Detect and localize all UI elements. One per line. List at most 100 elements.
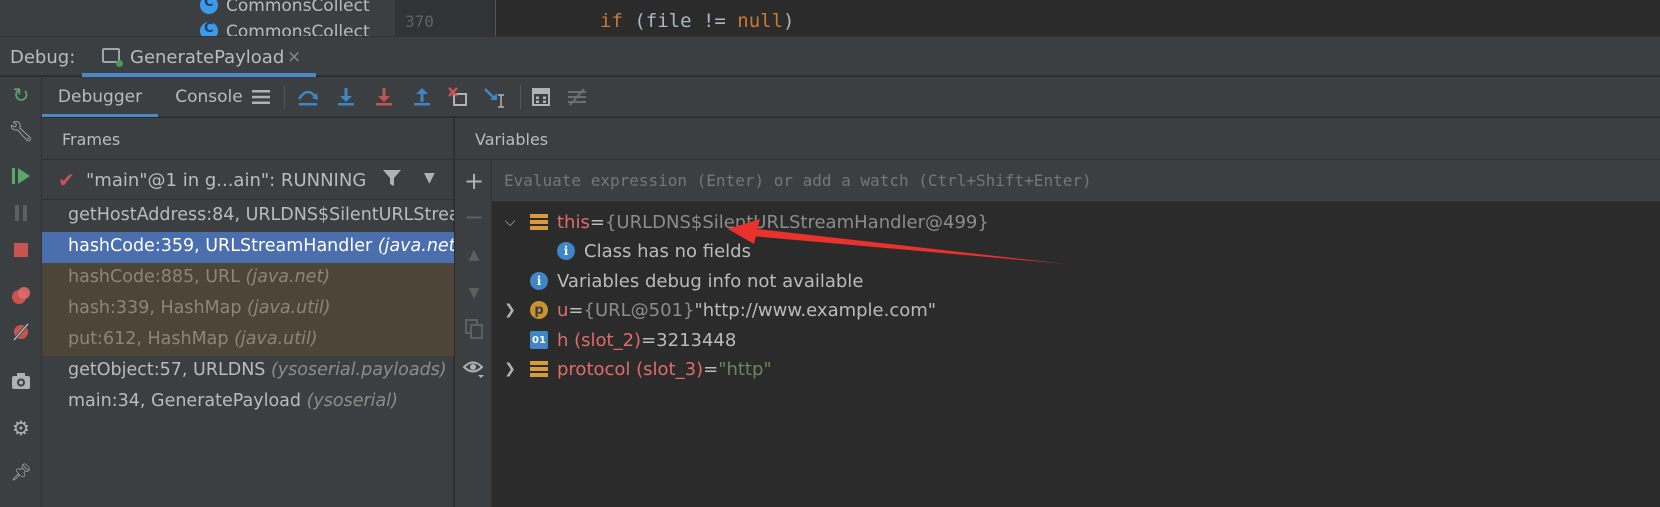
var-equals: = bbox=[568, 299, 584, 321]
var-message: Class has no fields bbox=[584, 240, 751, 262]
drop-frame-icon[interactable] bbox=[446, 85, 472, 109]
frame-item[interactable]: hash:339, HashMap (java.util) bbox=[42, 294, 454, 325]
stop-icon[interactable] bbox=[9, 238, 33, 262]
mute-breakpoints-icon[interactable] bbox=[9, 320, 33, 344]
toolbar-separator bbox=[520, 85, 521, 109]
frame-item[interactable]: getObject:57, URLDNS (ysoserial.payloads… bbox=[42, 356, 454, 387]
thread-selector[interactable]: ✔ "main"@1 in g...ain": RUNNING ▼ bbox=[42, 160, 454, 200]
toolbar-separator bbox=[284, 85, 285, 109]
frame-list: getHostAddress:84, URLDNS$SilentURLStrea… bbox=[42, 201, 454, 418]
chevron-right-icon[interactable]: ❯ bbox=[502, 361, 518, 377]
variables-header: Variables bbox=[455, 118, 1660, 160]
move-down-icon[interactable]: ▼ bbox=[463, 282, 485, 304]
tree-item-label: CommonsCollect bbox=[226, 0, 370, 16]
gutter-separator bbox=[495, 0, 496, 36]
variables-title: Variables bbox=[475, 130, 549, 149]
var-value: {URLDNS$SilentURLStreamHandler@499} bbox=[604, 211, 989, 233]
debugger-toolbar: Debugger Console bbox=[42, 77, 1660, 117]
gear-icon[interactable]: ⚙︎ bbox=[9, 416, 33, 440]
debug-left-toolbar: ↻ 🔧︎ ⚙︎ 📌︎ bbox=[0, 77, 42, 507]
running-indicator-icon bbox=[116, 60, 123, 67]
chevron-down-icon[interactable]: ▼ bbox=[424, 170, 435, 186]
frame-package: (ysoserial) bbox=[306, 391, 398, 411]
var-name: protocol (slot_3) bbox=[557, 358, 704, 380]
tab-console[interactable]: Console bbox=[162, 77, 256, 117]
var-equals: = bbox=[589, 211, 605, 233]
step-over-icon[interactable] bbox=[295, 85, 321, 109]
code-text: (file != bbox=[622, 10, 738, 32]
step-into-icon[interactable] bbox=[333, 85, 359, 109]
info-icon: i bbox=[557, 242, 575, 260]
evaluate-expression-input[interactable] bbox=[492, 160, 1660, 202]
code-text: ) bbox=[783, 10, 795, 32]
resume-icon[interactable] bbox=[9, 164, 33, 188]
tree-item[interactable]: CommonsCollect bbox=[200, 0, 375, 16]
frame-item[interactable]: hashCode:359, URLStreamHandler (java.net… bbox=[42, 232, 454, 263]
tab-debugger[interactable]: Debugger bbox=[42, 77, 158, 117]
frame-item[interactable]: hashCode:885, URL (java.net) bbox=[42, 263, 454, 294]
filter-icon[interactable] bbox=[382, 168, 402, 193]
parameter-icon: p bbox=[530, 301, 548, 319]
run-to-cursor-icon[interactable] bbox=[482, 85, 508, 109]
var-row-h[interactable]: 01 h (slot_2) = 3213448 bbox=[530, 326, 736, 354]
pause-icon[interactable] bbox=[9, 201, 33, 225]
project-tree: CommonsCollect CommonsCollect bbox=[0, 0, 395, 36]
frame-method: hashCode:885, URL bbox=[68, 267, 246, 287]
var-name: h (slot_2) bbox=[557, 329, 642, 351]
add-watch-icon[interactable]: + bbox=[463, 169, 485, 193]
field-icon bbox=[530, 361, 548, 377]
copy-icon[interactable] bbox=[463, 318, 485, 340]
field-icon bbox=[530, 214, 548, 230]
camera-icon[interactable] bbox=[9, 369, 33, 393]
var-row-no-fields[interactable]: i Class has no fields bbox=[557, 237, 751, 265]
frame-method: main:34, GeneratePayload bbox=[68, 391, 307, 411]
trace-icon[interactable] bbox=[564, 85, 590, 109]
step-out-icon[interactable] bbox=[409, 85, 435, 109]
debug-tool-window-bar: Debug: GeneratePayload × bbox=[0, 36, 1660, 77]
frame-item[interactable]: put:612, HashMap (java.util) bbox=[42, 325, 454, 356]
variables-tree: ⌵ this = {URLDNS$SilentURLStreamHandler@… bbox=[492, 203, 1660, 507]
pin-icon[interactable]: 📌︎ bbox=[9, 461, 33, 485]
settings-wrench-icon[interactable]: 🔧︎ bbox=[8, 119, 33, 143]
view-breakpoints-icon[interactable] bbox=[9, 284, 33, 308]
frame-method: put:612, HashMap bbox=[68, 329, 235, 349]
frames-title: Frames bbox=[62, 130, 121, 149]
view-options-icon[interactable] bbox=[463, 358, 485, 380]
chevron-right-icon[interactable]: ❯ bbox=[502, 302, 518, 318]
frame-method: hash:339, HashMap bbox=[68, 298, 248, 318]
code-line[interactable]: if (file != null) bbox=[600, 10, 795, 32]
tree-item[interactable]: CommonsCollect bbox=[200, 22, 375, 36]
frame-method: getHostAddress:84, URLDNS$SilentURLStrea bbox=[68, 205, 454, 225]
primitive-icon: 01 bbox=[530, 331, 548, 349]
class-icon bbox=[200, 22, 218, 36]
tab-generate-payload[interactable]: GeneratePayload × bbox=[82, 37, 316, 77]
frame-item[interactable]: getHostAddress:84, URLDNS$SilentURLStrea bbox=[42, 201, 454, 232]
var-value: 3213448 bbox=[656, 329, 737, 351]
layout-icon[interactable] bbox=[248, 85, 274, 109]
var-row-this[interactable]: ⌵ this = {URLDNS$SilentURLStreamHandler@… bbox=[502, 208, 989, 236]
var-type: {URL@501} bbox=[583, 299, 695, 321]
var-row-protocol[interactable]: ❯ protocol (slot_3) = "http" bbox=[502, 355, 772, 383]
force-step-into-icon[interactable] bbox=[371, 85, 397, 109]
var-row-u[interactable]: ❯ p u = {URL@501} "http://www.example.co… bbox=[502, 296, 936, 324]
frame-item[interactable]: main:34, GeneratePayload (ysoserial) bbox=[42, 387, 454, 418]
chevron-down-icon[interactable]: ⌵ bbox=[502, 214, 518, 230]
frame-package: (java.util) bbox=[247, 298, 331, 318]
check-icon: ✔ bbox=[58, 168, 75, 192]
line-number: 370 bbox=[405, 12, 434, 31]
frame-method: hashCode:359, URLStreamHandler bbox=[68, 236, 378, 256]
var-equals: = bbox=[641, 329, 657, 351]
close-icon[interactable]: × bbox=[287, 47, 301, 67]
var-equals: = bbox=[703, 358, 719, 380]
var-value: "http://www.example.com" bbox=[694, 299, 937, 321]
move-up-icon[interactable]: ▲ bbox=[463, 244, 485, 266]
watch-toolbar: + − ▲ ▼ bbox=[455, 160, 492, 507]
remove-watch-icon[interactable]: − bbox=[463, 205, 485, 229]
evaluate-icon[interactable] bbox=[528, 85, 554, 109]
var-row-debug-info[interactable]: i Variables debug info not available bbox=[530, 267, 863, 295]
rerun-icon[interactable]: ↻ bbox=[9, 83, 33, 107]
frame-method: getObject:57, URLDNS bbox=[68, 360, 271, 380]
editor-strip: CommonsCollect CommonsCollect 370 if (fi… bbox=[0, 0, 1660, 36]
frame-package: (java.net) bbox=[245, 267, 331, 287]
code-keyword: null bbox=[737, 10, 784, 32]
